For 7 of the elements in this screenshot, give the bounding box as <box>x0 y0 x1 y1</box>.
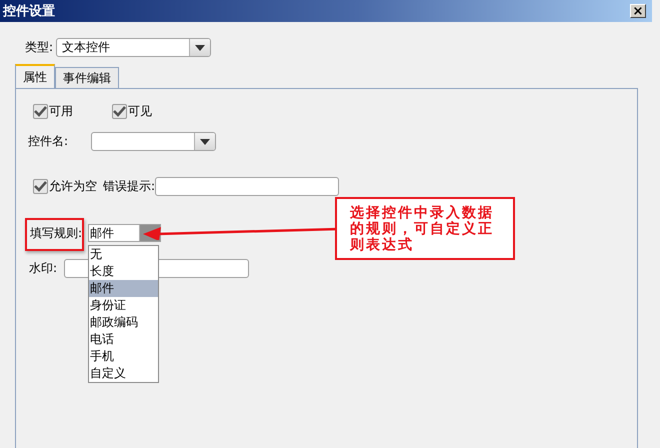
window-title: 控件设置 <box>3 3 55 20</box>
callout-note: 选择控件中录入数据的规则，可自定义正则表达式 <box>335 197 515 260</box>
type-label: 类型: <box>25 39 54 56</box>
control-name-label: 控件名: <box>28 133 70 150</box>
fill-rule-label: 填写规则: <box>30 224 84 242</box>
error-hint-label: 错误提示: <box>103 178 156 195</box>
watermark-label: 水印: <box>29 260 58 277</box>
